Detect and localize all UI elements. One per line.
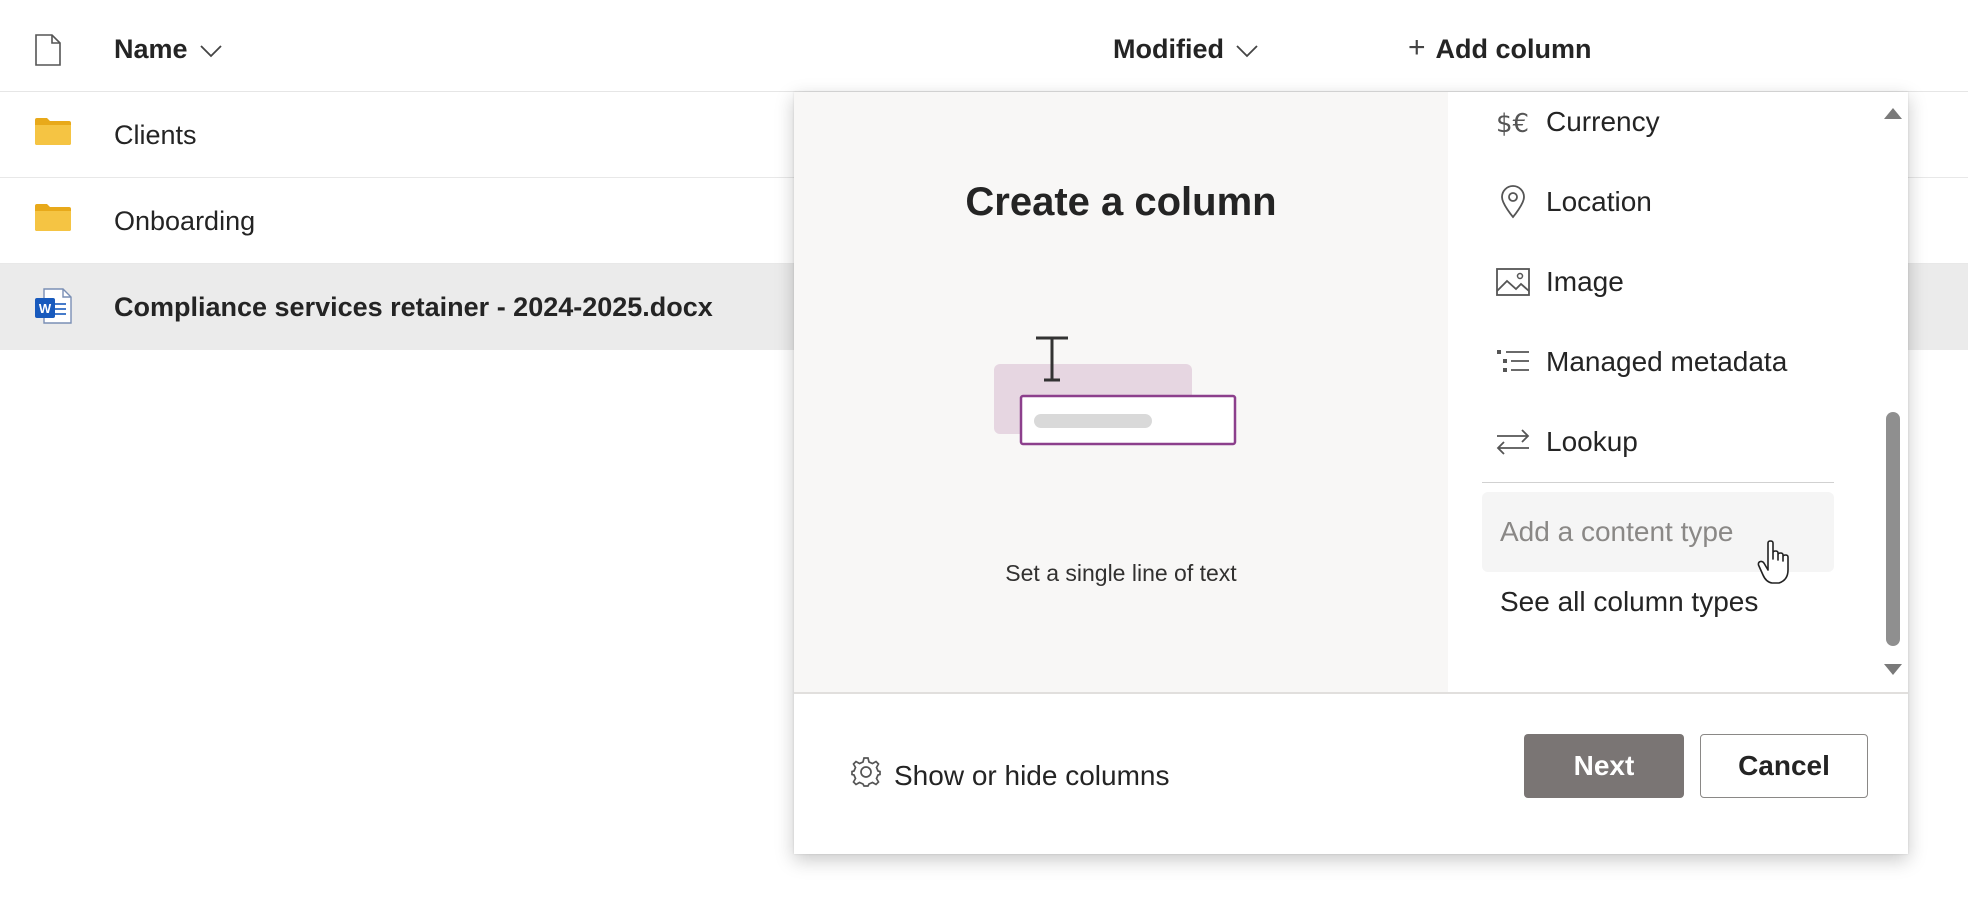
text-field-illustration-icon xyxy=(994,332,1244,467)
managed-metadata-icon xyxy=(1496,345,1530,379)
panel-title: Create a column xyxy=(965,180,1277,224)
item-name[interactable]: Clients xyxy=(114,92,197,178)
gear-icon xyxy=(850,756,882,795)
column-type-label: Managed metadata xyxy=(1546,346,1788,377)
image-icon xyxy=(1496,265,1530,299)
item-name[interactable]: Onboarding xyxy=(114,178,255,264)
column-type-managed-metadata[interactable]: Managed metadata xyxy=(1496,332,1787,392)
preview-description: Set a single line of text xyxy=(1005,560,1237,586)
folder-icon xyxy=(34,116,72,151)
item-name[interactable]: Compliance services retainer - 2024-2025… xyxy=(114,264,713,350)
location-pin-icon xyxy=(1496,185,1530,219)
scrollbar-thumb[interactable] xyxy=(1886,412,1900,646)
column-type-label: Location xyxy=(1546,186,1652,217)
chevron-down-icon xyxy=(199,34,222,65)
currency-icon: $€ xyxy=(1496,105,1530,139)
document-icon[interactable] xyxy=(34,34,62,71)
svg-text:W: W xyxy=(39,301,52,316)
list-header: Name Modified + Add column xyxy=(0,0,1968,92)
add-column-button[interactable]: + Add column xyxy=(1408,30,1592,65)
chevron-down-icon xyxy=(1236,34,1258,65)
svg-text:$€: $€ xyxy=(1496,109,1529,139)
word-document-icon: W xyxy=(34,288,72,329)
scroll-down-arrow-icon[interactable] xyxy=(1884,664,1902,675)
column-type-label: Lookup xyxy=(1546,426,1638,457)
next-button[interactable]: Next xyxy=(1524,734,1684,798)
modified-column-label: Modified xyxy=(1113,34,1224,64)
create-column-panel: Create a column Set a single line of tex… xyxy=(794,92,1908,854)
column-type-preview: Create a column Set a single line of tex… xyxy=(794,92,1448,692)
column-type-location[interactable]: Location xyxy=(1496,172,1652,232)
column-type-currency[interactable]: $€ Currency xyxy=(1496,92,1660,152)
folder-icon xyxy=(34,202,72,237)
name-column-header[interactable]: Name xyxy=(114,34,222,65)
add-column-label: Add column xyxy=(1435,34,1592,64)
column-type-image[interactable]: Image xyxy=(1496,252,1624,312)
hand-pointer-cursor-icon xyxy=(1757,540,1793,591)
column-type-label: Image xyxy=(1546,266,1624,297)
plus-icon: + xyxy=(1408,30,1426,64)
cancel-button[interactable]: Cancel xyxy=(1700,734,1868,798)
see-all-column-types-link[interactable]: See all column types xyxy=(1500,586,1758,618)
panel-footer: Show or hide columns Next Cancel xyxy=(794,692,1908,854)
column-type-label: Currency xyxy=(1546,106,1660,137)
show-hide-columns-label: Show or hide columns xyxy=(894,759,1170,791)
lookup-arrows-icon xyxy=(1496,425,1530,459)
column-type-lookup[interactable]: Lookup xyxy=(1496,412,1638,472)
column-type-list[interactable]: $€ Currency Location Image Managed metad… xyxy=(1448,92,1908,692)
scroll-up-arrow-icon[interactable] xyxy=(1884,108,1902,119)
show-hide-columns-button[interactable]: Show or hide columns xyxy=(850,756,1169,795)
name-column-label: Name xyxy=(114,34,188,64)
list-divider xyxy=(1482,482,1834,483)
modified-column-header[interactable]: Modified xyxy=(1113,34,1258,65)
